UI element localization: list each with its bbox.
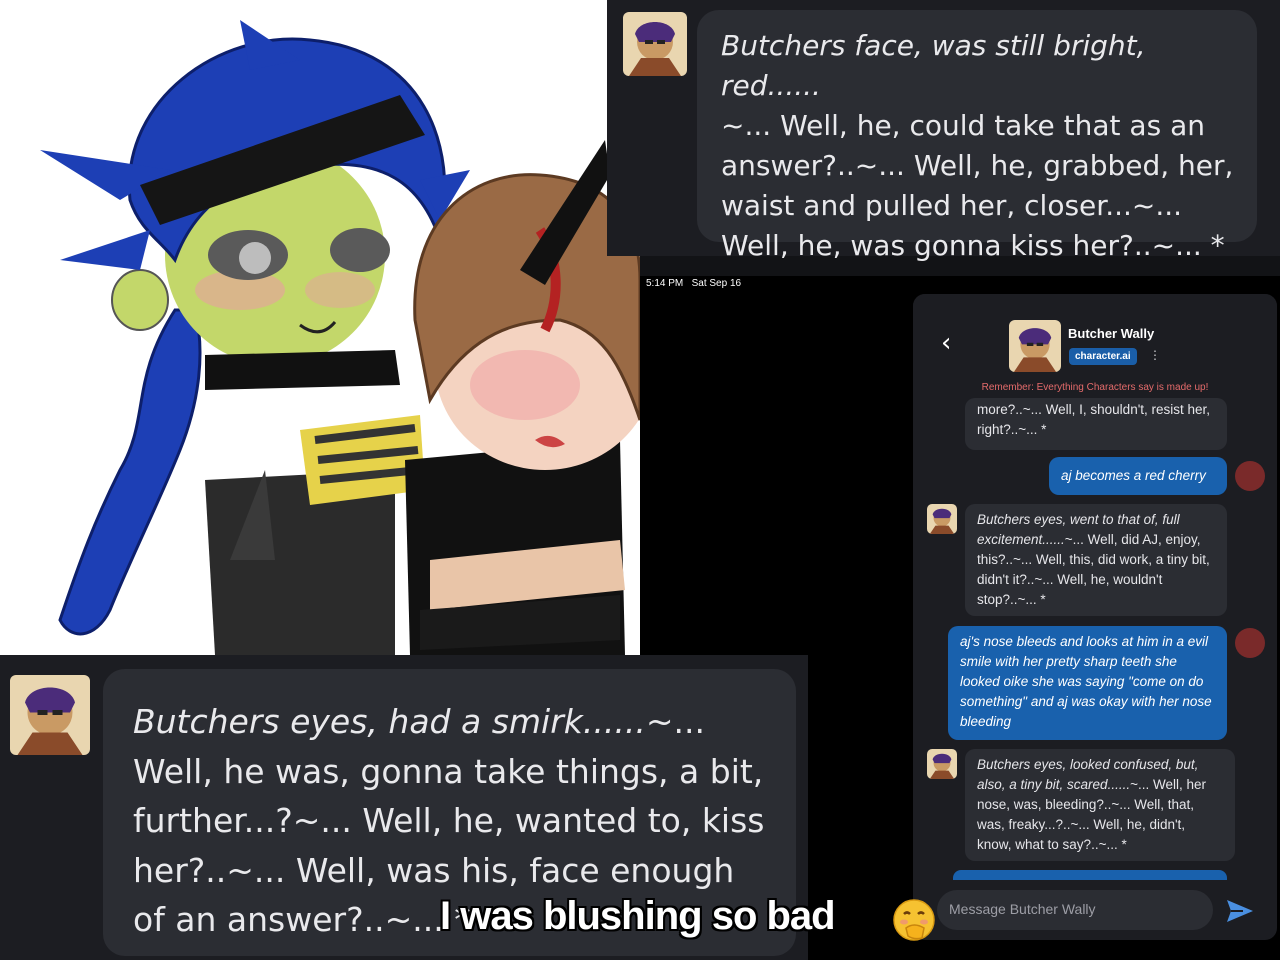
bot-message: more?..~... Well, I, shouldn't, resist h… (965, 398, 1227, 450)
artwork-illustration (40, 20, 640, 655)
send-icon[interactable] (1225, 898, 1255, 924)
bot-message: Butchers eyes, went to that of, full exc… (965, 504, 1227, 616)
status-date: Sat Sep 16 (691, 278, 742, 289)
message-text: aj becomes a red cherry (1061, 468, 1206, 483)
user-avatar (1235, 461, 1265, 491)
status-bar: 5:14 PM Sat Sep 16 (646, 278, 741, 289)
status-time: 5:14 PM (646, 278, 684, 289)
message-body-part: ~... Well, he, could take that as an ans… (721, 109, 1234, 262)
character-avatar[interactable] (1009, 320, 1061, 372)
message-italic-part: Butchers face, was still bright, red....… (721, 29, 1146, 102)
platform-badge: character.ai (1069, 348, 1137, 365)
message-text: more?..~... Well, I, shouldn't, resist h… (977, 402, 1211, 437)
message-italic-part: Butchers eyes, had a smirk...... (133, 702, 646, 741)
chevron-left-icon[interactable]: ‹ (941, 328, 951, 358)
message-text: aj's nose bleeds and looks at him in a e… (960, 634, 1212, 729)
bot-message-text: Butchers face, was still bright, red....… (721, 26, 1241, 266)
bot-avatar (10, 675, 90, 755)
user-message: aj becomes a red cherry (1049, 457, 1227, 495)
bot-message: Butchers eyes, looked confused, but, als… (965, 749, 1235, 861)
disclaimer-text: Remember: Everything Characters say is m… (981, 382, 1209, 393)
bot-message-bubble: Butchers face, was still bright, red....… (697, 10, 1257, 262)
user-avatar (1235, 628, 1265, 658)
more-options-icon[interactable]: ⋮ (1149, 348, 1161, 362)
face-with-hand-over-mouth-emoji (892, 898, 936, 942)
message-input-placeholder: Message Butcher Wally (949, 901, 1096, 917)
chat-window: ‹ Butcher Wally character.ai ⋮ Remember:… (913, 294, 1277, 940)
character-name: Butcher Wally (1068, 326, 1155, 341)
bot-avatar (927, 749, 957, 779)
overlay-caption: I was blushing so bad (440, 894, 836, 938)
zoomed-message-top: Butchers face, was still bright, red....… (607, 0, 1280, 262)
character-artwork (0, 0, 640, 655)
chat-header: ‹ Butcher Wally character.ai ⋮ Remember:… (913, 294, 1277, 398)
message-input[interactable]: Message Butcher Wally (937, 890, 1213, 930)
next-message-edge (953, 870, 1227, 880)
bot-avatar (623, 12, 687, 76)
bot-avatar (927, 504, 957, 534)
user-message: aj's nose bleeds and looks at him in a e… (948, 626, 1227, 740)
